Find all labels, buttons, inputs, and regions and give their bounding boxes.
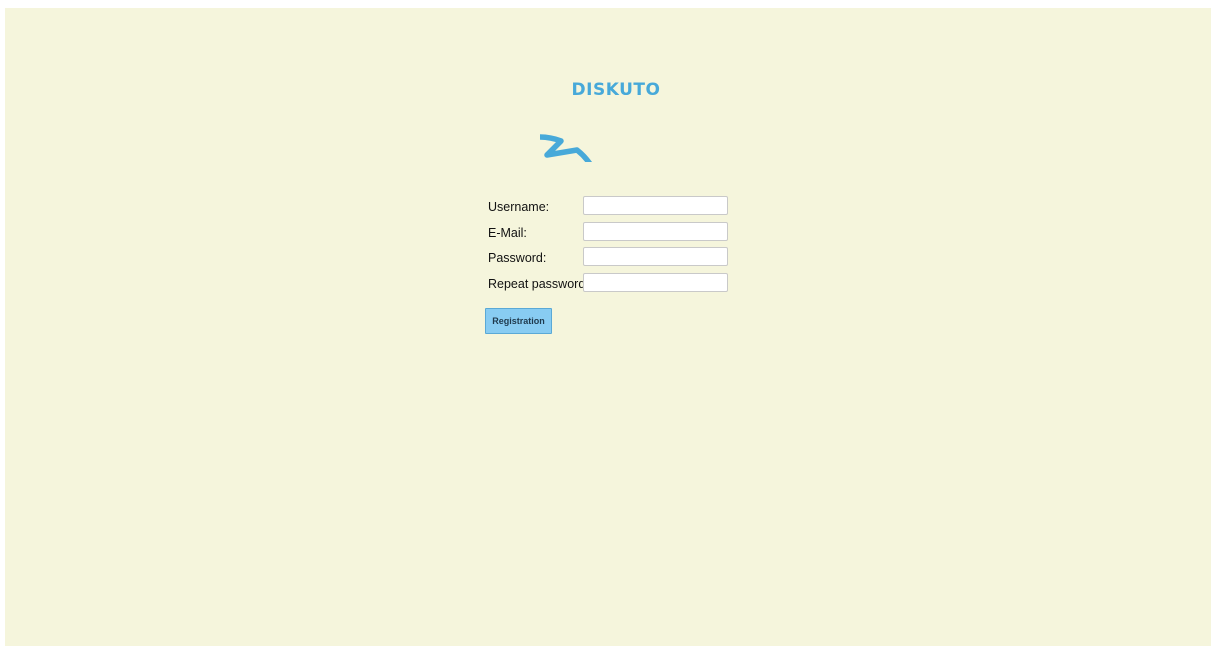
repeat-password-label: Repeat password: [488,276,589,291]
username-input[interactable] [583,196,728,215]
repeat-password-row: Repeat password: [485,272,745,298]
password-row: Password: [485,246,745,272]
password-input[interactable] [583,247,728,266]
username-label: Username: [488,200,550,214]
speech-bubble-icon: DISKUTO [540,80,661,162]
registration-button[interactable]: Registration [485,308,552,334]
email-row: E-Mail: [485,221,745,247]
logo-text: DISKUTO [572,80,661,100]
email-input[interactable] [583,221,728,241]
registration-form: Username: E-Mail: Password: Repeat passw… [485,195,745,297]
diskuto-logo: DISKUTO [540,26,686,162]
repeat-password-input[interactable] [583,272,728,292]
username-row: Username: [485,195,745,221]
email-label: E-Mail: [488,225,527,240]
page-background: DISKUTO Username: E-Mail: Password: Repe… [5,8,1211,646]
password-label: Password: [488,251,547,265]
